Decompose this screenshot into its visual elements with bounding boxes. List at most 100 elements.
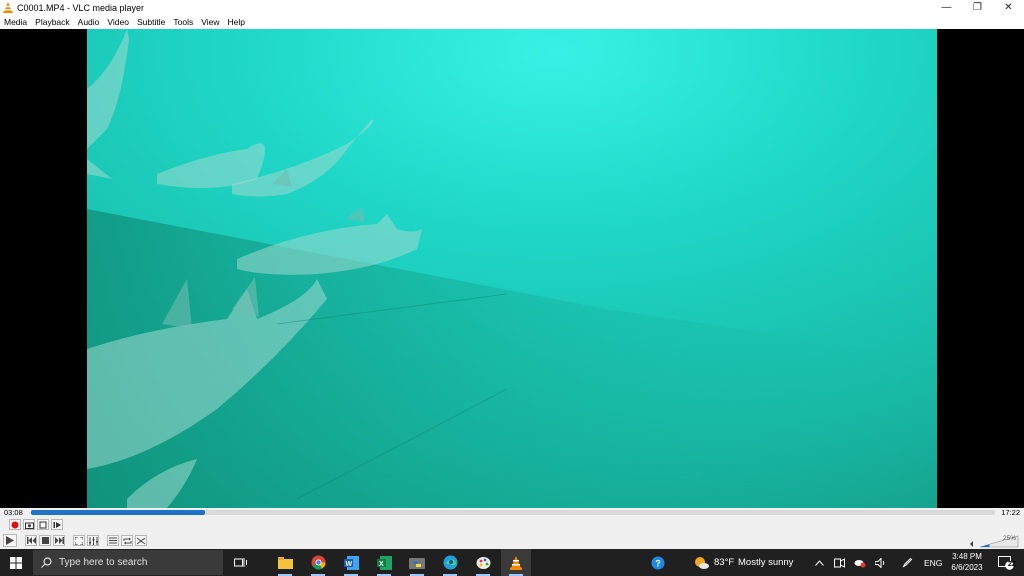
minimize-button[interactable]: —	[931, 0, 962, 15]
clock-time: 3:48 PM	[952, 552, 982, 561]
stop-icon	[41, 537, 49, 544]
taskbar-search[interactable]: Type here to search	[33, 550, 223, 575]
excel-button[interactable]: X	[369, 549, 399, 576]
playlist-button[interactable]	[107, 535, 119, 546]
meet-now-button[interactable]	[830, 549, 848, 576]
python-button[interactable]	[402, 549, 432, 576]
menu-help[interactable]: Help	[224, 15, 247, 29]
menu-bar: Media Playback Audio Video Subtitle Tool…	[0, 15, 1024, 29]
frame-by-frame-button[interactable]	[51, 519, 63, 530]
next-icon	[54, 537, 64, 544]
previous-icon	[26, 537, 36, 544]
weather-button[interactable]	[690, 549, 712, 576]
show-hidden-icons-button[interactable]	[810, 549, 828, 576]
total-time: 17:22	[1001, 508, 1020, 517]
maximize-button[interactable]: ❐	[962, 0, 993, 15]
python-icon	[409, 557, 425, 569]
search-placeholder: Type here to search	[59, 557, 148, 568]
sun-cloud-icon	[694, 556, 709, 569]
notifications-button[interactable]: 22	[993, 549, 1019, 576]
record-icon	[11, 521, 19, 528]
menu-subtitle[interactable]: Subtitle	[134, 15, 168, 29]
word-icon: W	[343, 555, 359, 570]
fullscreen-icon	[75, 536, 83, 545]
help-icon: ?	[651, 556, 665, 569]
excel-icon: X	[376, 555, 392, 570]
menu-view[interactable]: View	[198, 15, 222, 29]
chevron-up-icon	[814, 559, 824, 566]
window-controls: — ❐ ✕	[931, 0, 1024, 15]
shuffle-icon	[136, 537, 145, 544]
chrome-button[interactable]	[303, 549, 333, 576]
loop-ab-button[interactable]	[37, 519, 49, 530]
play-button[interactable]	[3, 534, 17, 547]
vlc-cone-icon	[3, 2, 13, 13]
loop-ab-icon	[39, 521, 47, 528]
weather-description[interactable]: Mostly sunny	[738, 557, 793, 568]
volume-label: 25%	[1002, 535, 1016, 542]
seek-slider[interactable]	[31, 510, 995, 515]
search-icon	[41, 557, 52, 568]
extended-settings-button[interactable]	[87, 535, 99, 546]
snapshot-button[interactable]	[23, 519, 35, 530]
menu-audio[interactable]: Audio	[75, 15, 103, 29]
previous-button[interactable]	[25, 535, 37, 546]
svg-text:X: X	[379, 561, 384, 568]
folder-icon	[277, 556, 293, 569]
elapsed-time: 03:08	[4, 508, 23, 517]
title-bar: C0001.MP4 - VLC media player — ❐ ✕	[0, 0, 1024, 15]
video-area[interactable]	[0, 29, 1024, 508]
chrome-icon	[311, 555, 326, 570]
edge-icon	[443, 555, 457, 570]
shuffle-button[interactable]	[135, 535, 147, 546]
pen-icon	[902, 557, 912, 568]
close-button[interactable]: ✕	[993, 0, 1024, 15]
paint-button[interactable]	[468, 549, 498, 576]
task-view-icon	[233, 558, 247, 567]
underwater-sharks-image	[87, 29, 937, 508]
taskbar: Type here to search W X ? 83°F Mostly su…	[0, 549, 1024, 576]
next-button[interactable]	[53, 535, 65, 546]
help-button[interactable]: ?	[645, 549, 671, 576]
speaker-icon	[970, 541, 973, 547]
play-icon	[6, 536, 14, 545]
frame-step-icon	[53, 521, 61, 528]
svg-text:W: W	[345, 561, 352, 568]
svg-text:?: ?	[655, 558, 661, 568]
system-clock[interactable]: 3:48 PM 6/6/2023	[946, 551, 988, 573]
camera-icon	[24, 522, 34, 529]
menu-playback[interactable]: Playback	[32, 15, 73, 29]
seek-progress	[31, 510, 205, 515]
menu-video[interactable]: Video	[104, 15, 132, 29]
clock-date: 6/6/2023	[951, 563, 983, 572]
menu-media[interactable]: Media	[1, 15, 30, 29]
start-button[interactable]	[0, 549, 32, 576]
cloud-icon	[854, 559, 866, 567]
speaker-icon	[875, 557, 885, 568]
onedrive-button[interactable]	[851, 549, 869, 576]
notification-count: 22	[1008, 561, 1016, 568]
loop-icon	[123, 537, 131, 544]
weather-temperature[interactable]: 83°F	[714, 557, 734, 568]
paint-palette-icon	[476, 556, 490, 569]
stop-button[interactable]	[39, 535, 51, 546]
equalizer-icon	[88, 536, 98, 545]
task-view-button[interactable]	[225, 549, 255, 576]
vlc-cone-icon	[510, 555, 522, 570]
edge-button[interactable]	[435, 549, 465, 576]
vlc-taskbar-button[interactable]	[501, 549, 531, 576]
file-explorer-button[interactable]	[270, 549, 300, 576]
record-button[interactable]	[9, 519, 21, 530]
windows-logo-icon	[10, 556, 22, 569]
loop-button[interactable]	[121, 535, 133, 546]
menu-tools[interactable]: Tools	[170, 15, 196, 29]
word-button[interactable]: W	[336, 549, 366, 576]
volume-tray-button[interactable]	[872, 549, 890, 576]
video-frame[interactable]	[87, 29, 937, 508]
controls-panel: 25%	[0, 517, 1024, 549]
playlist-icon	[109, 537, 117, 544]
input-language[interactable]: ENG	[924, 558, 942, 568]
fullscreen-button[interactable]	[73, 535, 85, 546]
pen-button[interactable]	[898, 549, 916, 576]
seek-row: 03:08 17:22	[0, 508, 1024, 517]
